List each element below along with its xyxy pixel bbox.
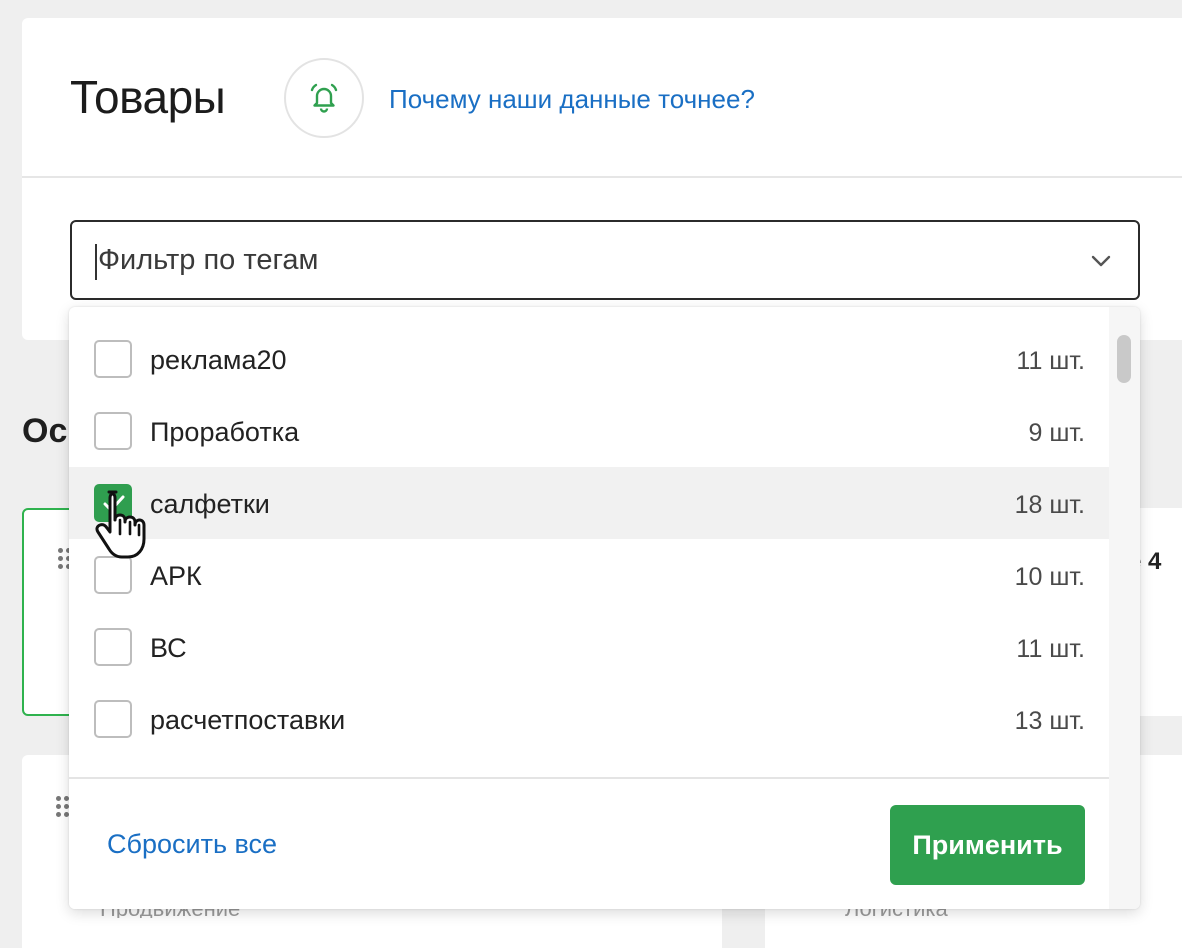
tag-label: салфетки xyxy=(150,489,270,519)
tag-label: АРК xyxy=(150,561,202,591)
why-data-accurate-link[interactable]: Почему наши данные точнее? xyxy=(389,84,755,115)
tag-checkbox[interactable] xyxy=(94,700,132,738)
section-title: Ос xyxy=(22,412,68,450)
tag-checkbox[interactable] xyxy=(94,628,132,666)
tag-count: 11 шт. xyxy=(1016,347,1085,375)
tag-option[interactable]: реклама20 11 шт. xyxy=(69,323,1109,395)
tag-option[interactable]: салфетки 18 шт. xyxy=(69,467,1109,539)
tag-filter-placeholder: Фильтр по тегам xyxy=(98,244,319,276)
reset-all-link[interactable]: Сбросить все xyxy=(107,829,277,860)
drag-handle-icon[interactable] xyxy=(56,796,69,817)
tag-filter-select[interactable]: Фильтр по тегам xyxy=(70,220,1140,300)
tag-count: 9 шт. xyxy=(1028,419,1085,447)
dropdown-footer: Сбросить все Применить xyxy=(69,777,1109,909)
tag-label: реклама20 xyxy=(150,345,287,375)
tag-count: 10 шт. xyxy=(1014,563,1085,591)
tag-label: ВС xyxy=(150,633,187,663)
tag-option[interactable]: Проработка 9 шт. xyxy=(69,395,1109,467)
dropdown-scrollbar[interactable] xyxy=(1109,307,1140,909)
tag-label: расчетпоставки xyxy=(150,705,346,735)
dropdown-scrollbar-thumb[interactable] xyxy=(1117,335,1131,383)
tag-checkbox[interactable] xyxy=(94,412,132,450)
page-title: Товары xyxy=(70,71,226,123)
tag-option[interactable]: ВС 11 шт. xyxy=(69,611,1109,683)
notifications-button[interactable] xyxy=(284,58,364,138)
products-header-card: Товары Почему наши данные точнее? Фильтр… xyxy=(22,18,1182,340)
tag-option-list[interactable]: реклама20 11 шт. Проработка 9 шт. салфет… xyxy=(69,323,1109,777)
tag-count: 18 шт. xyxy=(1014,491,1085,519)
tag-count: 11 шт. xyxy=(1016,635,1085,663)
tag-option[interactable]: АРК 10 шт. xyxy=(69,539,1109,611)
page-header: Товары Почему наши данные точнее? xyxy=(22,18,1182,178)
hand-pointer-cursor-icon xyxy=(95,490,146,559)
apply-button[interactable]: Применить xyxy=(890,805,1085,885)
tag-option[interactable] xyxy=(69,755,1109,777)
chevron-down-icon[interactable] xyxy=(1090,250,1112,272)
tag-checkbox[interactable] xyxy=(94,340,132,378)
tag-label: Проработка xyxy=(150,417,300,447)
bell-icon xyxy=(310,83,338,113)
tag-count: 13 шт. xyxy=(1014,707,1085,735)
tag-filter-dropdown: реклама20 11 шт. Проработка 9 шт. салфет… xyxy=(69,307,1140,909)
text-caret xyxy=(95,244,97,280)
tag-option[interactable]: расчетпоставки 13 шт. xyxy=(69,683,1109,755)
